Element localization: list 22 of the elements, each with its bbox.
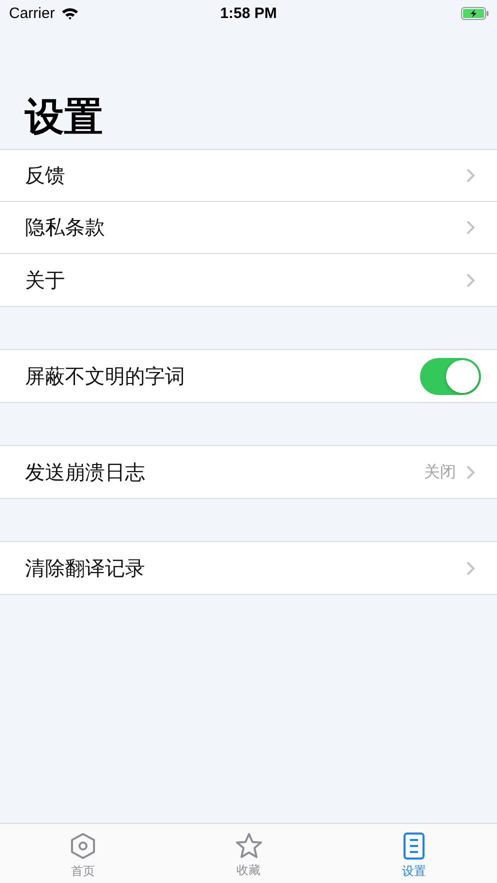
tab-bar-item[interactable]: 设置 [331, 824, 497, 883]
setting-label[interactable]: 反馈 [25, 162, 466, 189]
setting-label[interactable]: 关于 [25, 266, 466, 294]
setting-label[interactable]: 屏蔽不文明的字词 [25, 362, 420, 390]
star-icon [234, 832, 262, 859]
battery-icon [461, 6, 489, 20]
page-title: 设置 [25, 97, 103, 140]
toggle-switch[interactable] [420, 358, 481, 394]
document-icon [403, 832, 426, 860]
chevron-icon [466, 464, 475, 480]
chevron-icon [466, 168, 475, 183]
wifi-icon [60, 6, 79, 20]
chevron-icon [466, 220, 475, 235]
setting-label[interactable]: 隐私条款 [25, 214, 466, 241]
setting-label[interactable]: 发送崩溃日志 [25, 458, 424, 486]
chevron-icon [466, 272, 475, 288]
chevron-icon [466, 560, 475, 576]
setting-value: 关闭 [424, 462, 456, 482]
setting-label[interactable]: 清除翻译记录 [25, 554, 466, 582]
status-time: 1:58 PM [220, 4, 277, 22]
carrier-name: Carrier [9, 4, 55, 22]
hexagon-icon [70, 832, 96, 860]
